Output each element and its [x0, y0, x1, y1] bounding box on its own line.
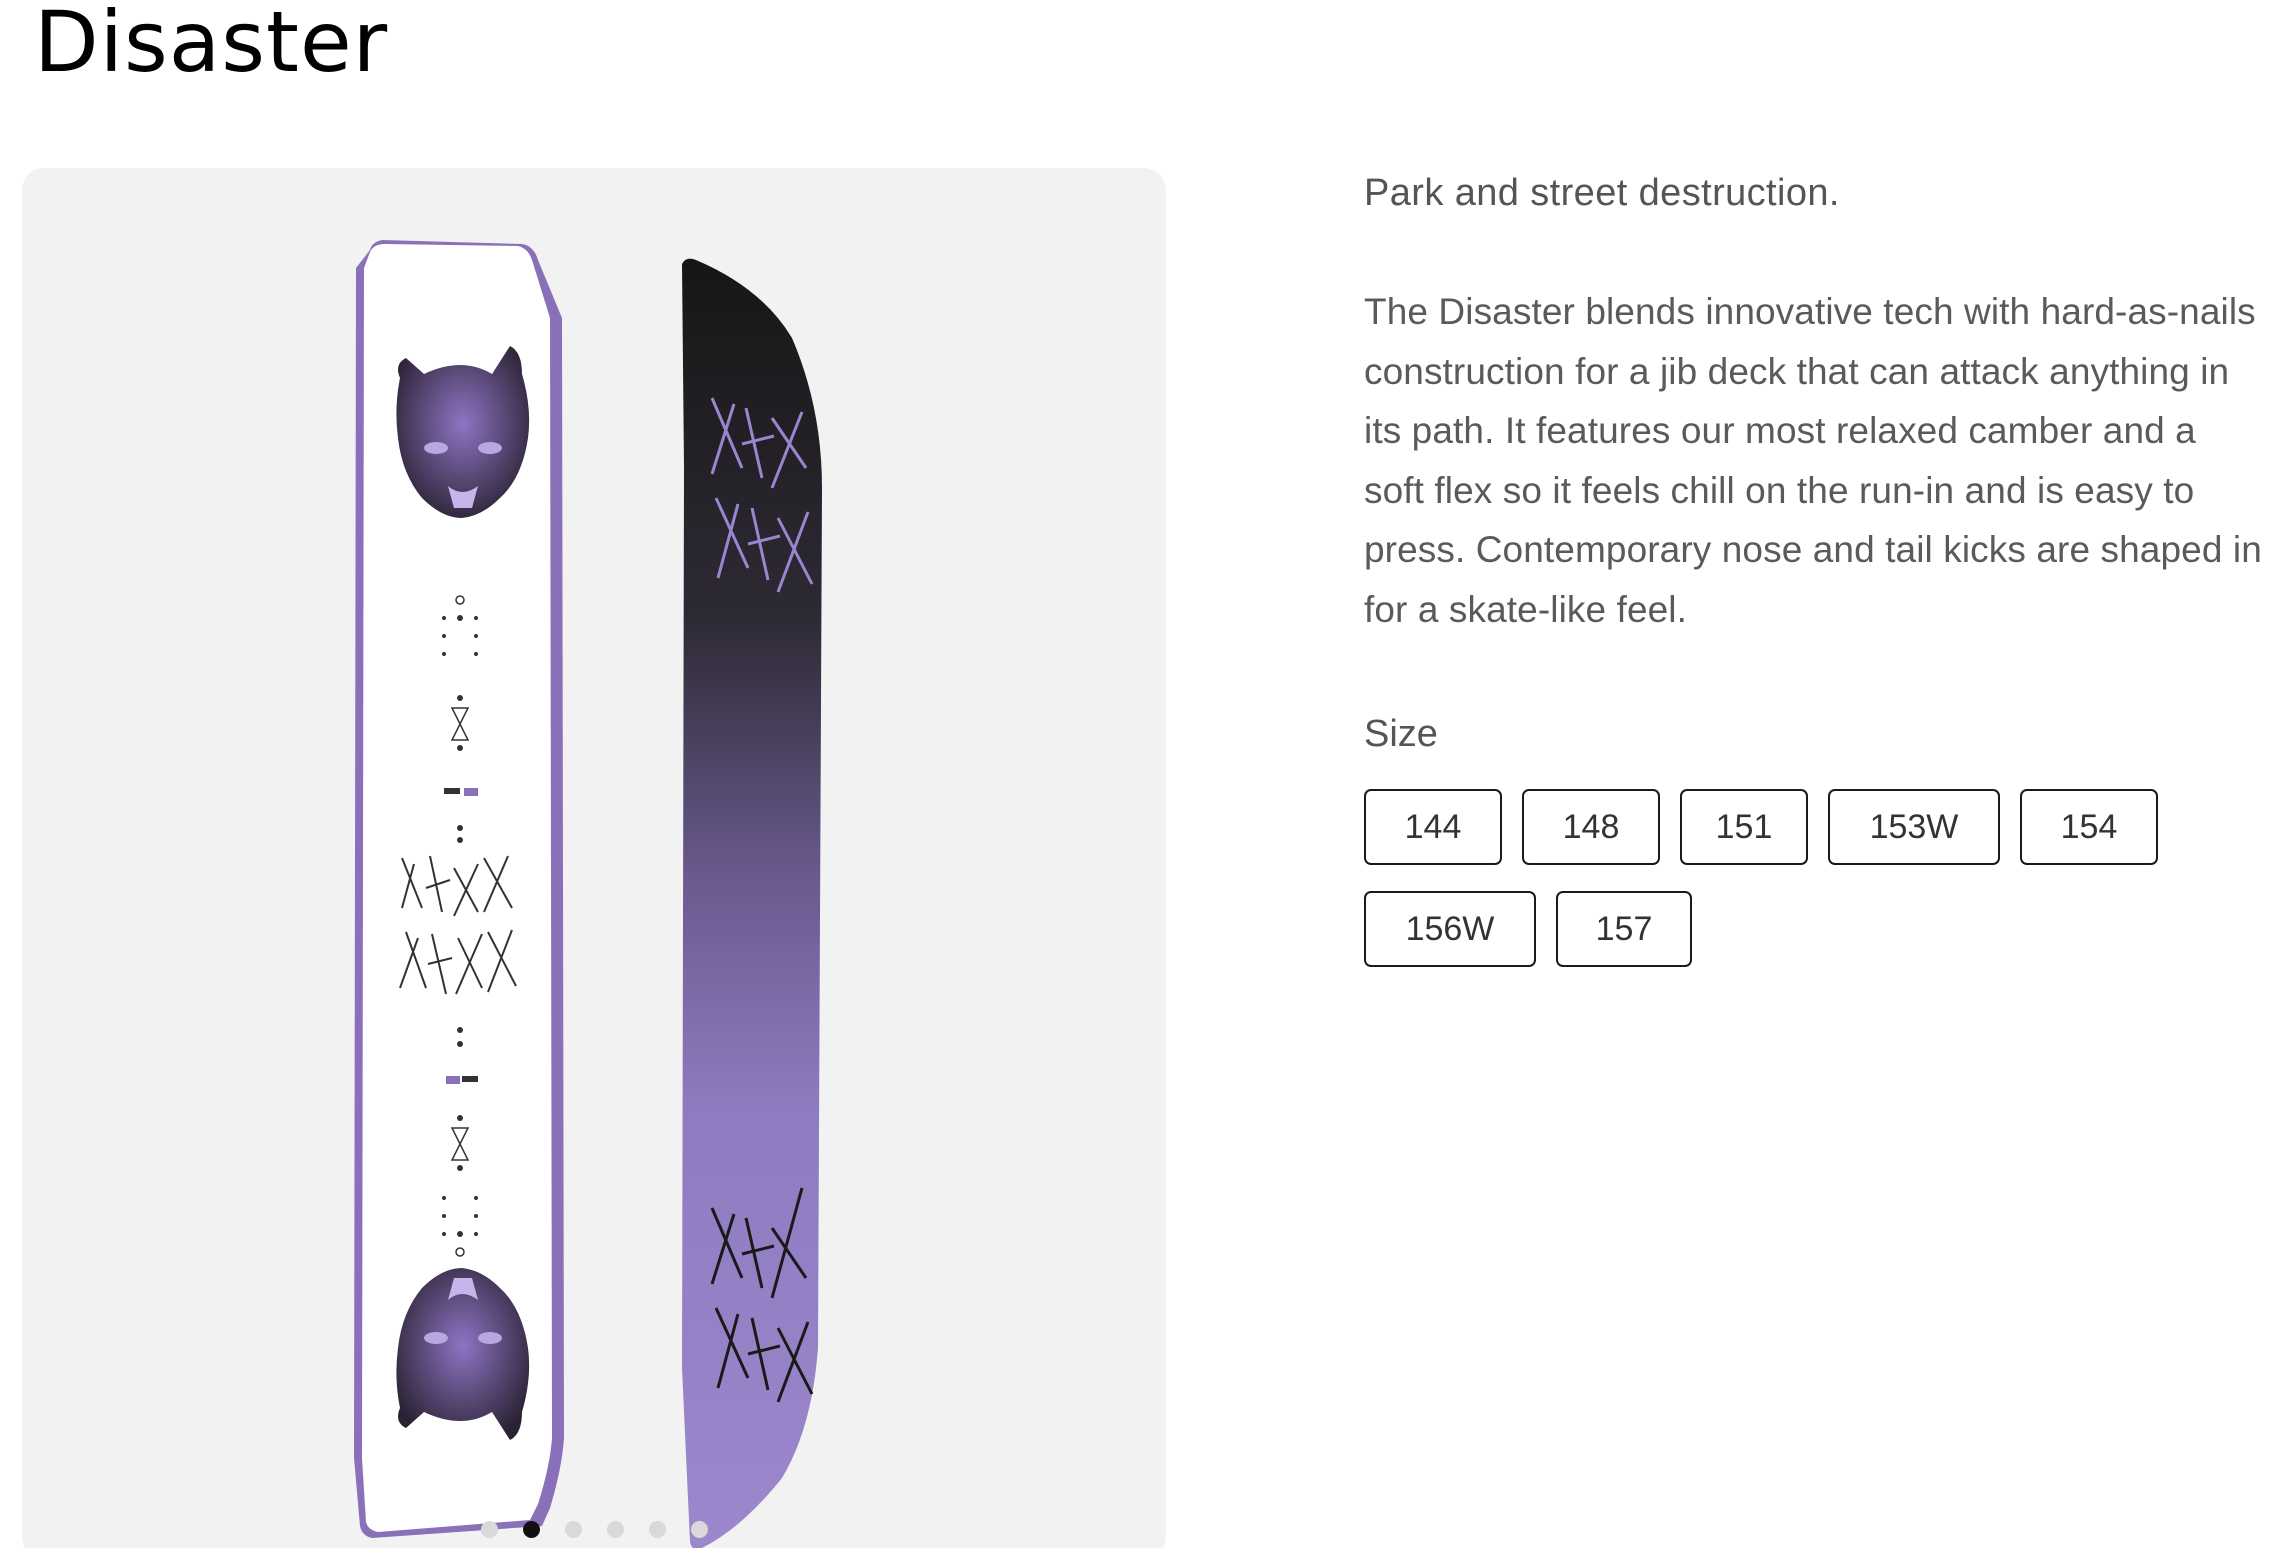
gallery-dot-2-active[interactable]: [523, 1521, 540, 1538]
gallery-dot-3[interactable]: [565, 1521, 582, 1538]
product-info: Park and street destruction. The Disaste…: [1364, 168, 2264, 989]
size-option-153w[interactable]: 153W: [1828, 789, 2000, 865]
product-description: The Disaster blends innovative tech with…: [1364, 291, 2262, 630]
size-option-157[interactable]: 157: [1556, 891, 1692, 967]
gallery-dot-5[interactable]: [649, 1521, 666, 1538]
size-option-148[interactable]: 148: [1522, 789, 1660, 865]
product-tagline: Park and street destruction.: [1364, 172, 1840, 214]
product-page: Disaster Park and street destruction. Th…: [0, 0, 2288, 1548]
size-option-144[interactable]: 144: [1364, 789, 1502, 865]
gallery-pagination: [0, 1521, 1166, 1541]
size-option-154[interactable]: 154: [2020, 789, 2158, 865]
board-topsheet: [354, 240, 564, 1538]
gallery-dot-4[interactable]: [607, 1521, 624, 1538]
gallery-dot-1[interactable]: [481, 1521, 498, 1538]
product-title: Disaster: [34, 0, 389, 91]
size-option-156w[interactable]: 156W: [1364, 891, 1536, 967]
gallery-dot-6[interactable]: [691, 1521, 708, 1538]
size-selector: 144 148 151 153W 154 156W 157: [1364, 789, 2264, 989]
board-base: [682, 258, 822, 1548]
product-image-gallery[interactable]: [22, 168, 1166, 1548]
snowboard-product-image: [354, 240, 822, 1548]
size-label: Size: [1364, 713, 1438, 755]
size-option-151[interactable]: 151: [1680, 789, 1808, 865]
